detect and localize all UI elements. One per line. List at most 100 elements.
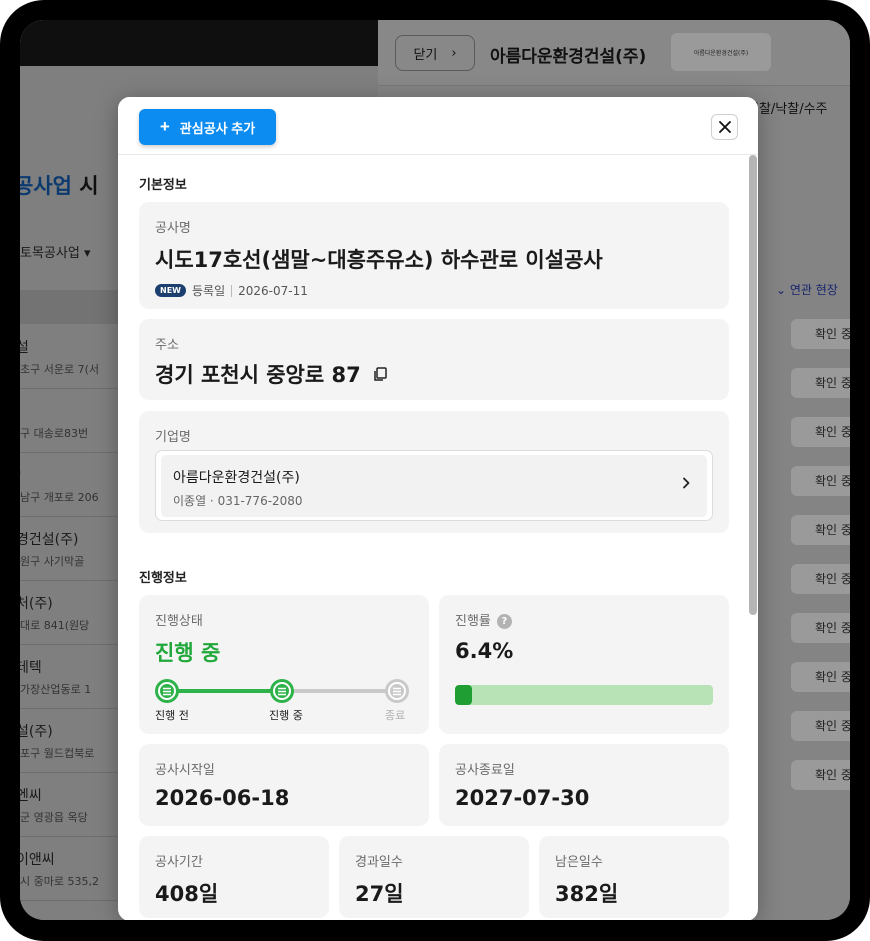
chevron-right-icon <box>683 477 690 489</box>
end-date-value: 2027-07-30 <box>455 786 590 810</box>
address-value: 경기 포천시 중앙로 87 <box>155 363 361 387</box>
background-confirm-button[interactable]: 확인 중 <box>791 760 850 790</box>
status-value: 진행 중 <box>155 641 221 665</box>
registration-label: 등록일 <box>191 284 226 298</box>
background-row-address: 남구 개포로 206 <box>20 491 99 504</box>
status-card: 진행상태 진행 중 진행 전 진행 중 종료 <box>139 595 429 734</box>
end-date-label: 공사종료일 <box>455 763 515 778</box>
progress-bar-fill <box>455 685 472 705</box>
background-close-button[interactable]: 닫기 › <box>395 35 475 71</box>
background-company-name: 아름다운환경건설(주) <box>490 47 647 67</box>
background-row-address: 초구 서운로 7(서 <box>20 363 100 376</box>
chevron-right-icon: › <box>451 45 457 61</box>
remaining-label: 남은일수 <box>555 855 603 870</box>
background-confirm-button[interactable]: 확인 중 <box>791 662 850 692</box>
address-label: 주소 <box>155 338 179 353</box>
start-date-value: 2026-06-18 <box>155 786 290 810</box>
progress-rate-card: 진행률? 6.4% <box>439 595 729 734</box>
help-icon[interactable]: ? <box>496 614 512 629</box>
background-row-name: 설 <box>20 340 29 356</box>
project-name-card: 공사명 시도17호선(샘말~대흥주유소) 하수관로 이설공사 NEW 등록일 2… <box>139 202 729 309</box>
background-row-name: 주) <box>20 913 34 920</box>
company-card: 기업명 아름다운환경건설(주) 이종열 · 031-776-2080 <box>139 411 729 533</box>
background-row-address: 가장산업동로 1 <box>20 683 92 696</box>
background-row-name: ) <box>20 465 21 481</box>
end-date-card: 공사종료일 2027-07-30 <box>439 744 729 826</box>
company-logo: 아름다운환경건설(주) <box>671 33 771 71</box>
company-label: 기업명 <box>155 430 191 445</box>
device-frame: 공사업 시 토목공사업 ▾ 설초구 서운로 7(서구 대송로83번) 남구 개포로… <box>0 0 870 941</box>
remaining-card: 남은일수 382일 <box>539 836 729 918</box>
step-label: 진행 중 <box>269 709 303 722</box>
modal-header: + 관심공사 추가 <box>118 97 758 155</box>
background-row-name: 테텍 <box>20 660 42 676</box>
background-row-name: 처(주) <box>20 596 53 612</box>
period-card: 공사기간 408일 <box>139 836 329 918</box>
start-date-label: 공사시작일 <box>155 763 215 778</box>
background-row-address: 대로 841(원당 <box>20 619 90 632</box>
screen: 공사업 시 토목공사업 ▾ 설초구 서운로 7(서구 대송로83번) 남구 개포로… <box>20 20 850 920</box>
project-name-label: 공사명 <box>155 221 191 236</box>
step-list-icon <box>385 679 409 703</box>
elapsed-label: 경과일수 <box>355 855 403 870</box>
background-confirm-button[interactable]: 확인 중 <box>791 613 850 643</box>
progress-bar <box>455 685 713 705</box>
project-name: 시도17호선(샘말~대흥주유소) 하수관로 이설공사 <box>155 248 603 272</box>
stepper-line-done <box>167 689 282 693</box>
background-row-address: 시 중마로 535,2 <box>20 875 99 888</box>
background-row-address: 군 영광읍 옥당 <box>20 811 88 824</box>
project-detail-modal: + 관심공사 추가 기본정보 공사명 시도17호선(샘말~대흥주유소) 하수관로… <box>118 97 758 920</box>
background-row-name: 엔씨 <box>20 788 42 804</box>
background-confirm-button[interactable]: 확인 중 <box>791 466 850 496</box>
status-label: 진행상태 <box>155 614 203 629</box>
modal-content: 기본정보 공사명 시도17호선(샘말~대흥주유소) 하수관로 이설공사 NEW … <box>118 155 758 920</box>
step-label: 종료 <box>385 709 406 722</box>
progress-info-heading: 진행정보 <box>139 571 187 586</box>
background-confirm-button[interactable]: 확인 중 <box>791 515 850 545</box>
background-row-address: 포구 월드컵북로 <box>20 747 95 760</box>
progress-rate-value: 6.4% <box>455 639 514 663</box>
company-link[interactable]: 아름다운환경건설(주) 이종열 · 031-776-2080 <box>155 450 713 521</box>
background-row-name: 경건설(주) <box>20 532 79 548</box>
background-row-address: 구 대송로83번 <box>20 427 89 440</box>
background-confirm-button[interactable]: 확인 중 <box>791 319 850 349</box>
background-confirm-button[interactable]: 확인 중 <box>791 564 850 594</box>
background-confirm-button[interactable]: 확인 중 <box>791 368 850 398</box>
start-date-card: 공사시작일 2026-06-18 <box>139 744 429 826</box>
close-icon <box>718 121 731 133</box>
divider <box>231 284 233 297</box>
step-label: 진행 전 <box>155 709 189 722</box>
company-contact: 이종열 · 031-776-2080 <box>173 494 303 508</box>
registration-date: 2026-07-11 <box>238 283 308 298</box>
elapsed-value: 27일 <box>355 882 404 906</box>
modal-scrollbar[interactable] <box>749 155 757 615</box>
progress-rate-label-row: 진행률? <box>455 610 512 629</box>
background-detail-header: 닫기 › 아름다운환경건설(주) 아름다운환경건설(주) <box>378 20 850 86</box>
address-row: 경기 포천시 중앙로 87 <box>155 359 387 389</box>
stepper-line-pending <box>282 689 397 693</box>
elapsed-card: 경과일수 27일 <box>339 836 529 918</box>
period-label: 공사기간 <box>155 855 203 870</box>
background-page-title: 공사업 시 <box>20 174 99 198</box>
background-related-sites[interactable]: ⌄ 연관 현장 <box>776 281 838 298</box>
company-link-inner: 아름다운환경건설(주) 이종열 · 031-776-2080 <box>161 455 707 517</box>
background-row-address: 원구 사기막골 <box>20 555 85 568</box>
background-tab-bids[interactable]: 입찰/낙찰/수주 <box>747 98 828 117</box>
address-card: 주소 경기 포천시 중앙로 87 <box>139 319 729 400</box>
background-row-name: 설(주) <box>20 724 53 740</box>
period-value: 408일 <box>155 882 219 906</box>
background-confirm-button[interactable]: 확인 중 <box>791 417 850 447</box>
copy-icon[interactable] <box>373 366 387 382</box>
plus-icon: + <box>159 117 170 136</box>
registration-meta: NEW 등록일 2026-07-11 <box>155 282 308 299</box>
company-name: 아름다운환경건설(주) <box>173 470 300 486</box>
step-list-icon <box>270 679 294 703</box>
close-modal-button[interactable] <box>711 114 738 140</box>
basic-info-heading: 기본정보 <box>139 178 187 193</box>
background-confirm-button[interactable]: 확인 중 <box>791 711 850 741</box>
new-badge: NEW <box>155 284 186 297</box>
background-filter-select[interactable]: 토목공사업 ▾ <box>20 242 90 261</box>
add-interest-project-button[interactable]: + 관심공사 추가 <box>139 109 276 145</box>
background-row-name: 이앤씨 <box>20 852 55 868</box>
background-topbar <box>20 20 378 66</box>
